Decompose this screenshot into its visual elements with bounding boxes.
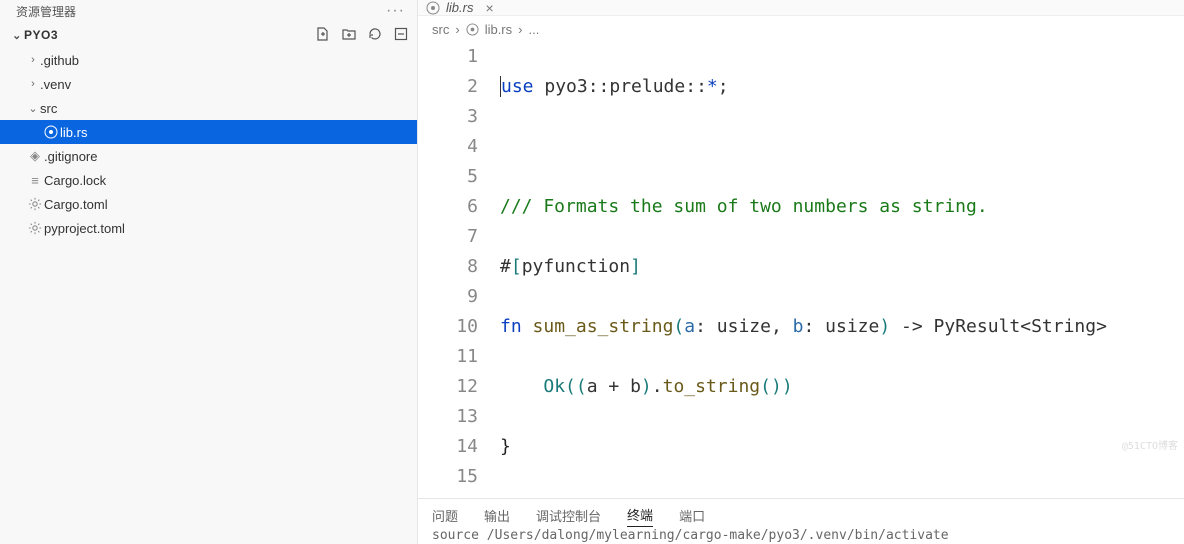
breadcrumb-seg: src bbox=[432, 22, 449, 37]
tree-file-librs[interactable]: lib.rs bbox=[0, 120, 417, 144]
collapse-icon[interactable] bbox=[393, 26, 409, 45]
chevron-right-icon: › bbox=[518, 22, 522, 37]
file-tree: ›.github ›.venv ⌄src lib.rs ◈.gitignore … bbox=[0, 48, 417, 240]
panel-tab-problems[interactable]: 问题 bbox=[432, 506, 458, 525]
panel-tab-ports[interactable]: 端口 bbox=[679, 506, 705, 525]
chevron-right-icon: › bbox=[455, 22, 459, 37]
tree-folder-src[interactable]: ⌄src bbox=[0, 96, 417, 120]
gear-icon bbox=[26, 197, 44, 211]
close-icon[interactable]: × bbox=[479, 0, 499, 16]
watermark: @51CTO博客 bbox=[1122, 432, 1178, 462]
explorer-header: 资源管理器 ··· bbox=[0, 0, 417, 22]
tree-folder-venv[interactable]: ›.venv bbox=[0, 72, 417, 96]
code-editor[interactable]: 123456789101112131415 use pyo3::prelude:… bbox=[418, 42, 1184, 498]
refresh-icon[interactable] bbox=[367, 26, 383, 45]
chevron-down-icon: ⌄ bbox=[10, 29, 24, 42]
new-folder-icon[interactable] bbox=[341, 26, 357, 45]
tree-file-cargotoml[interactable]: Cargo.toml bbox=[0, 192, 417, 216]
new-file-icon[interactable] bbox=[315, 26, 331, 45]
rust-file-icon bbox=[466, 23, 479, 36]
breadcrumb-seg: lib.rs bbox=[485, 22, 512, 37]
gutter: 123456789101112131415 bbox=[418, 42, 496, 498]
breadcrumb[interactable]: src › lib.rs › ... bbox=[418, 16, 1184, 42]
tab-name[interactable]: lib.rs bbox=[446, 0, 473, 15]
more-icon[interactable]: ··· bbox=[386, 2, 405, 20]
panel-tabs: 问题 输出 调试控制台 终端 端口 bbox=[418, 498, 1184, 526]
tabs-bar: lib.rs × bbox=[418, 0, 1184, 16]
terminal-output[interactable]: source /Users/dalong/mylearning/cargo-ma… bbox=[418, 526, 1184, 544]
panel-tab-terminal[interactable]: 终端 bbox=[627, 505, 653, 527]
explorer-sidebar: 资源管理器 ··· ⌄ PYO3 ›.github ›.venv ⌄src li… bbox=[0, 0, 418, 544]
editor-area: lib.rs × src › lib.rs › ... 123456789101… bbox=[418, 0, 1184, 544]
lines-icon: ≡ bbox=[26, 173, 44, 188]
panel-tab-debug[interactable]: 调试控制台 bbox=[536, 506, 601, 525]
explorer-title: 资源管理器 bbox=[16, 3, 386, 20]
project-actions bbox=[315, 26, 409, 45]
rust-file-icon bbox=[426, 1, 440, 15]
rust-file-icon bbox=[42, 125, 60, 139]
chevron-right-icon: › bbox=[26, 54, 40, 66]
project-row[interactable]: ⌄ PYO3 bbox=[0, 22, 417, 48]
breadcrumb-seg: ... bbox=[528, 22, 539, 37]
code-content[interactable]: use pyo3::prelude::*; /// Formats the su… bbox=[496, 42, 1184, 498]
chevron-down-icon: ⌄ bbox=[26, 102, 40, 115]
panel-tab-output[interactable]: 输出 bbox=[484, 506, 510, 525]
tree-folder-github[interactable]: ›.github bbox=[0, 48, 417, 72]
tree-file-gitignore[interactable]: ◈.gitignore bbox=[0, 144, 417, 168]
gear-icon bbox=[26, 221, 44, 235]
tree-file-cargolock[interactable]: ≡Cargo.lock bbox=[0, 168, 417, 192]
chevron-right-icon: › bbox=[26, 78, 40, 90]
tree-file-pyproject[interactable]: pyproject.toml bbox=[0, 216, 417, 240]
project-name: PYO3 bbox=[24, 28, 315, 42]
gitignore-icon: ◈ bbox=[26, 148, 44, 164]
